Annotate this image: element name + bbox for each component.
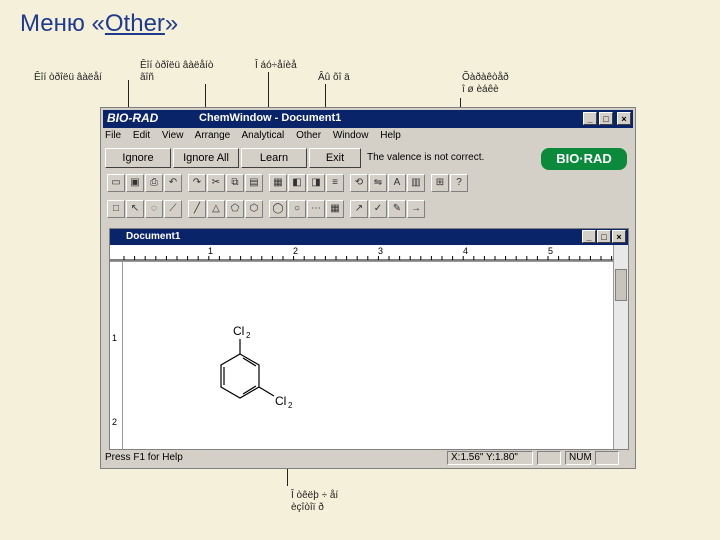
text-icon[interactable]: A (388, 174, 406, 192)
undo-icon[interactable]: ↶ (164, 174, 182, 192)
vertical-ruler: 1 2 (110, 261, 123, 449)
table-icon[interactable]: ▥ (407, 174, 425, 192)
rotate-icon[interactable]: ⟲ (350, 174, 368, 192)
bio-rad-logo: BIO·RAD (541, 148, 627, 170)
valence-message: The valence is not correct. (367, 152, 485, 163)
ruler-ticks: 1 2 3 4 5 (110, 246, 616, 261)
ruler-mark: 3 (378, 246, 383, 256)
command-bar: Ignore Ignore All Learn Exit The valence… (105, 148, 631, 170)
callout-error-type: Õàðàêòåð î ø èáêè (462, 72, 509, 95)
atom-subscript-right: 2 (288, 401, 293, 410)
doc-maximize-button[interactable]: □ (597, 230, 611, 243)
menu-analytical[interactable]: Analytical (241, 130, 284, 141)
vertical-scrollbar[interactable] (613, 245, 628, 449)
title-suffix: » (164, 10, 179, 37)
ignore-all-button[interactable]: Ignore All (173, 148, 239, 168)
app-window: BIO-RAD ChemWindow - Document1 _ □ × Fil… (100, 107, 636, 469)
horizontal-ruler: 1 2 3 4 5 (110, 245, 616, 262)
callout-valence-check: Êîí òðîëü âàëåí (34, 72, 102, 83)
cut-icon[interactable]: ✂ (207, 174, 225, 192)
ignore-button[interactable]: Ignore (105, 148, 171, 168)
status-bar: Press F1 for Help X:1.56" Y:1.80" NUM (103, 450, 633, 466)
menu-view[interactable]: View (162, 130, 184, 141)
open-icon[interactable]: ▭ (107, 174, 125, 192)
callout-exit: Âû õî ä (318, 72, 350, 83)
doc-close-button[interactable]: × (612, 230, 626, 243)
atom-label-top: Cl (233, 324, 244, 338)
status-empty-panel (537, 451, 561, 465)
slide-title: Меню «Other» (20, 10, 178, 38)
save-icon[interactable]: ▣ (126, 174, 144, 192)
copy-icon[interactable]: ⧉ (226, 174, 244, 192)
atom-subscript-top: 2 (246, 331, 251, 340)
document-title-bar[interactable]: Document1 _ □ × (110, 229, 628, 245)
callout-valence-check-all: Êîí òðîëü âàëåíò ãîñ (140, 60, 214, 83)
arrow-icon[interactable]: ↗ (350, 200, 368, 218)
menu-arrange[interactable]: Arrange (195, 130, 231, 141)
learn-button[interactable]: Learn (241, 148, 307, 168)
ring7-icon[interactable]: ◯ (269, 200, 287, 218)
front-icon[interactable]: ◧ (288, 174, 306, 192)
lasso-icon[interactable]: ◌ (145, 200, 163, 218)
flip-icon[interactable]: ⇋ (369, 174, 387, 192)
status-coords: X:1.56" Y:1.80" (447, 451, 533, 465)
ruler-mark: 2 (293, 246, 298, 256)
print-icon[interactable]: ⎙ (145, 174, 163, 192)
doc-minimize-button[interactable]: _ (582, 230, 596, 243)
arrow-right-icon[interactable]: → (407, 200, 425, 218)
callout-learn: Î áó÷åíèå (255, 60, 297, 71)
ruler-mark: 1 (208, 246, 213, 256)
ring5-icon[interactable]: ⬠ (226, 200, 244, 218)
maximize-button[interactable]: □ (599, 112, 613, 125)
redo-icon[interactable]: ↷ (188, 174, 206, 192)
menu-file[interactable]: File (105, 130, 121, 141)
callout-isotope: Î òêëþ ÷ åí èçîòîï ð (291, 490, 339, 513)
chain-icon[interactable]: ⋯ (307, 200, 325, 218)
check-icon[interactable]: ✓ (369, 200, 387, 218)
exit-button[interactable]: Exit (309, 148, 361, 168)
new-icon[interactable]: □ (107, 200, 125, 218)
title-bar[interactable]: BIO-RAD ChemWindow - Document1 _ □ × (103, 110, 633, 128)
minimize-button[interactable]: _ (583, 112, 597, 125)
vruler-mark: 1 (112, 333, 118, 343)
scroll-thumb[interactable] (615, 269, 627, 301)
close-button[interactable]: × (617, 112, 631, 125)
document-title: Document1 (126, 231, 181, 242)
menu-help[interactable]: Help (380, 130, 401, 141)
title-menu-name: Other (104, 10, 165, 37)
ruler-mark: 4 (463, 246, 468, 256)
menu-edit[interactable]: Edit (133, 130, 150, 141)
document-window: Document1 _ □ × 1 2 3 4 5 1 2 Cl 2 Cl 2 (109, 228, 629, 450)
select-icon[interactable]: ↖ (126, 200, 144, 218)
ring6-icon[interactable]: ⬡ (245, 200, 263, 218)
menu-bar: File Edit View Arrange Analytical Other … (105, 130, 410, 146)
line-icon[interactable]: ╱ (188, 200, 206, 218)
paste-icon[interactable]: ▤ (245, 174, 263, 192)
grid-icon[interactable]: ▦ (326, 200, 344, 218)
window-title: ChemWindow - Document1 (199, 112, 342, 124)
status-num: NUM (565, 451, 592, 465)
bond-icon[interactable]: ⟋ (164, 200, 182, 218)
grid-icon[interactable]: ⊞ (431, 174, 449, 192)
back-icon[interactable]: ◨ (307, 174, 325, 192)
help-icon[interactable]: ? (450, 174, 468, 192)
menu-window[interactable]: Window (333, 130, 369, 141)
vruler-mark: 2 (112, 417, 118, 427)
group-icon[interactable]: ▦ (269, 174, 287, 192)
ring3-icon[interactable]: △ (207, 200, 225, 218)
status-help-text: Press F1 for Help (105, 452, 183, 463)
pencil-icon[interactable]: ✎ (388, 200, 406, 218)
menu-other[interactable]: Other (296, 130, 321, 141)
ruler-mark: 5 (548, 246, 553, 256)
ring8-icon[interactable]: ○ (288, 200, 306, 218)
align-icon[interactable]: ≡ (326, 174, 344, 192)
atom-label-right: Cl (275, 394, 286, 408)
molecule-drawing[interactable]: Cl 2 Cl 2 (200, 309, 310, 429)
app-logo: BIO-RAD (107, 111, 159, 125)
status-empty-panel (595, 451, 619, 465)
title-prefix: Меню « (20, 10, 105, 37)
